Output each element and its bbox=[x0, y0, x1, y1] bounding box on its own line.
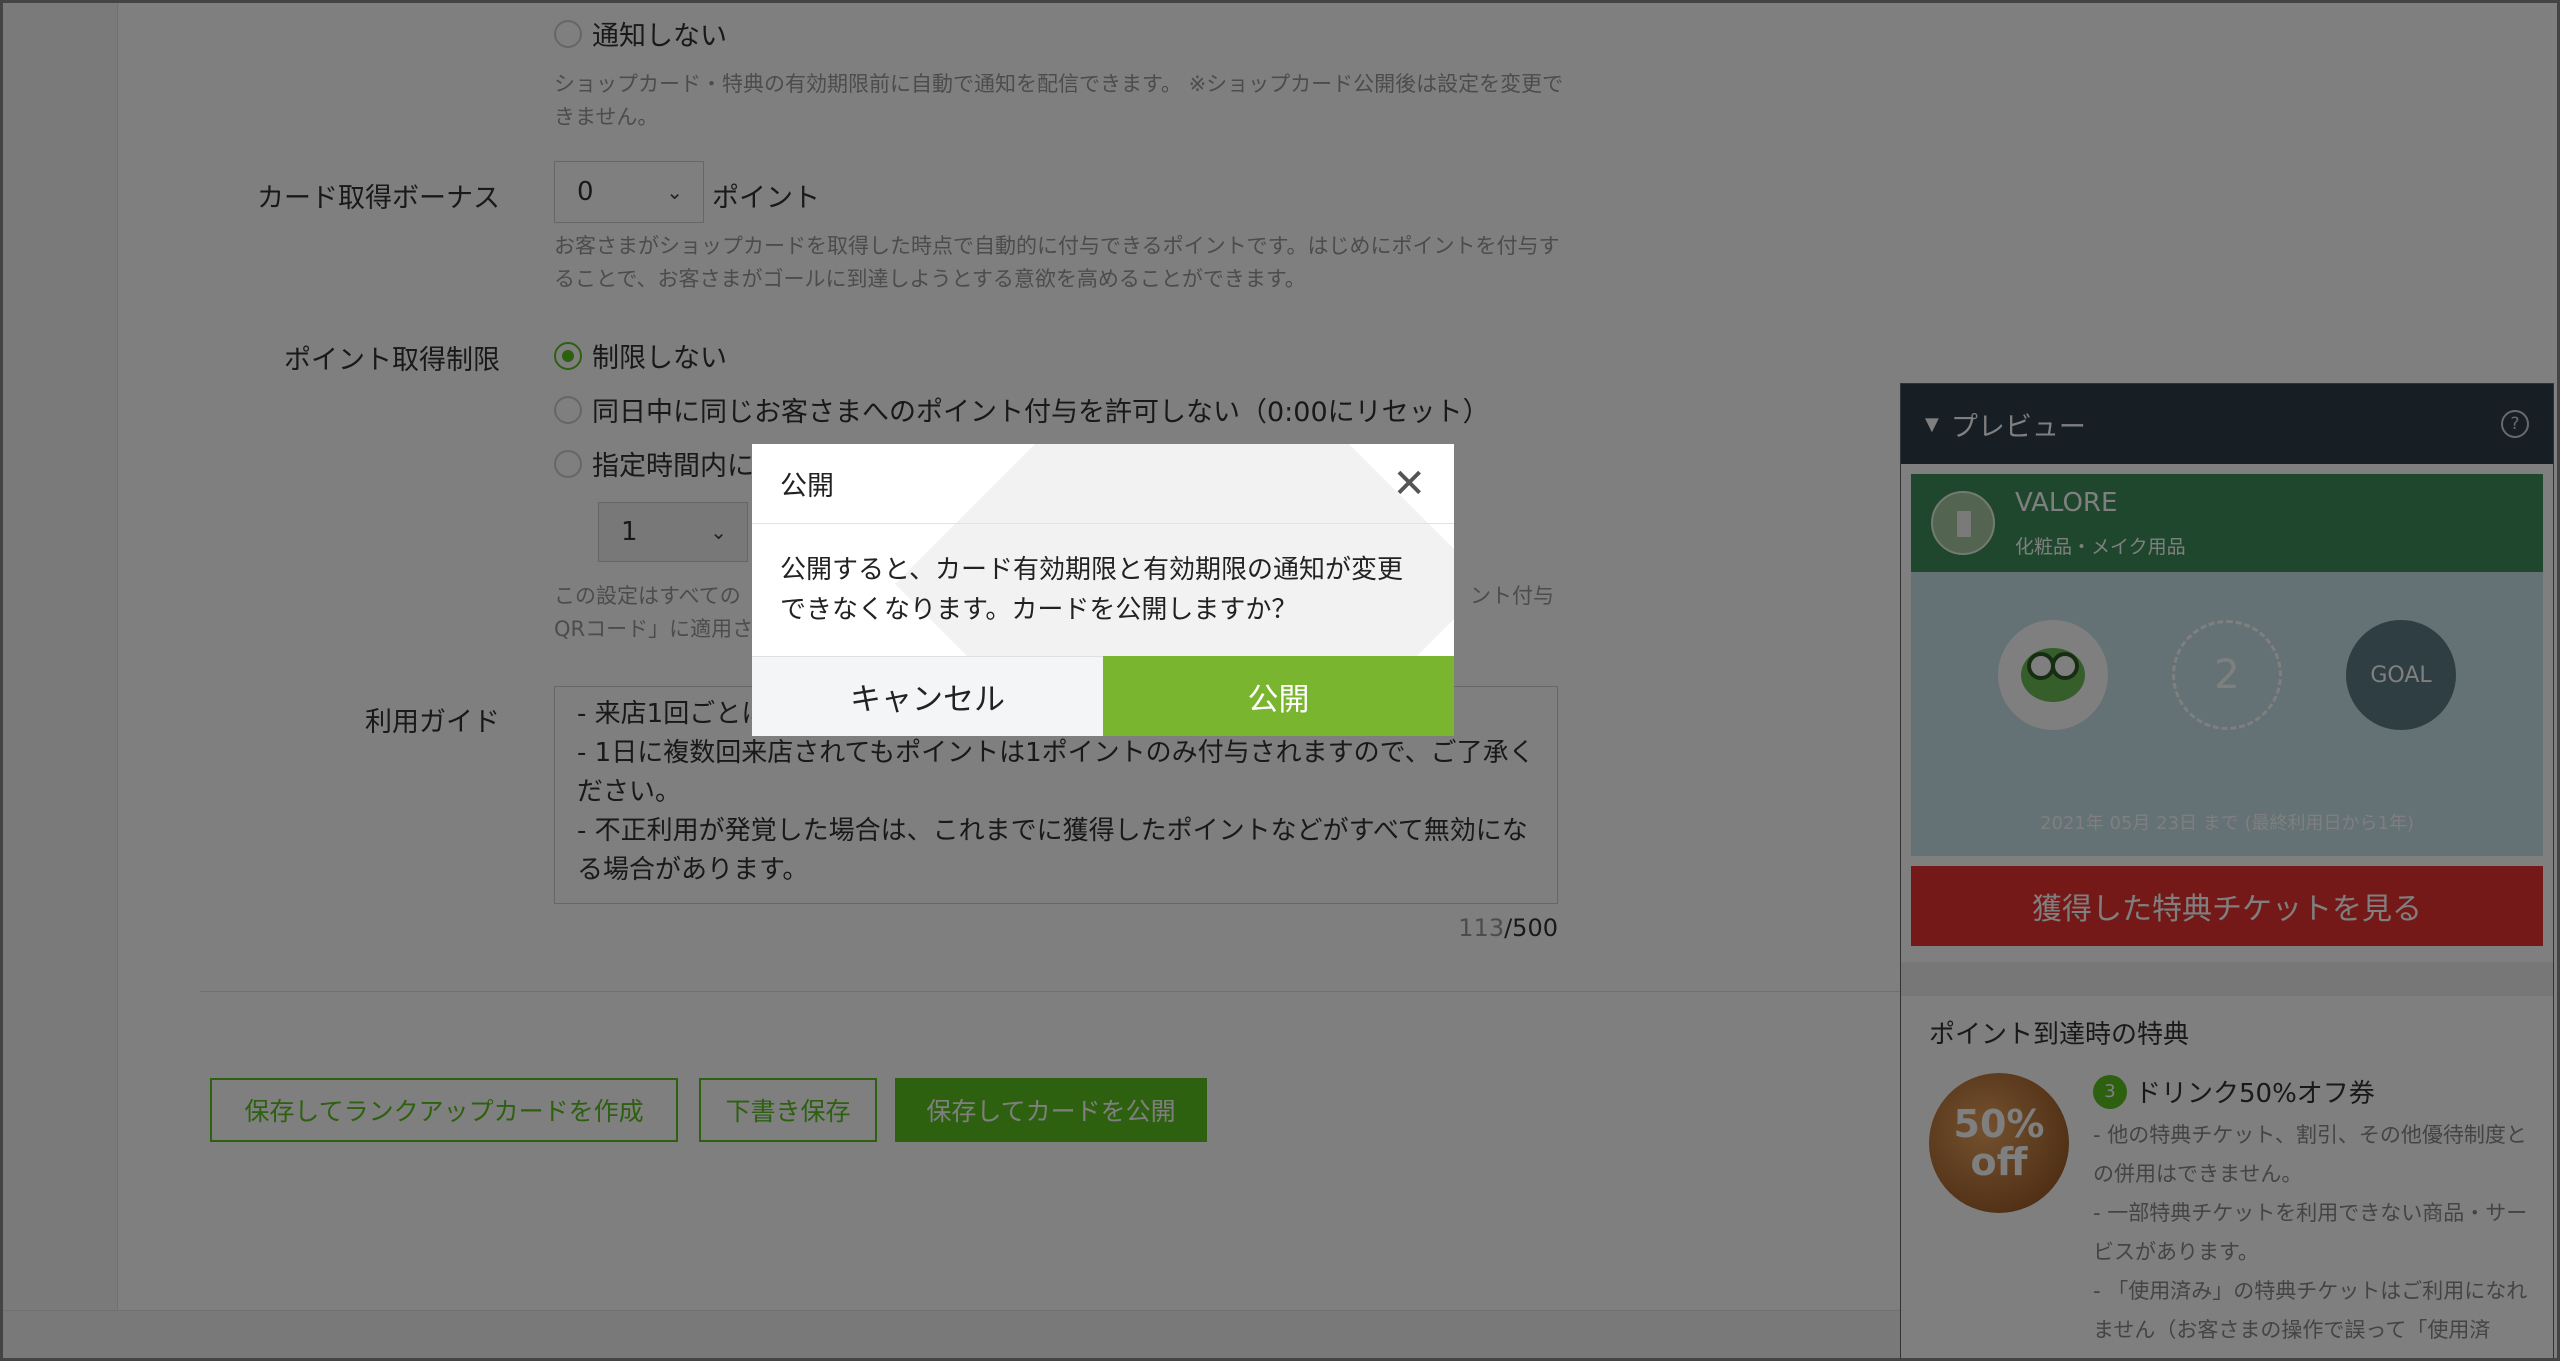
close-icon[interactable]: ✕ bbox=[1392, 464, 1426, 504]
publish-confirm-dialog: 公開 ✕ 公開すると、カード有効期限と有効期限の通知が変更できなくなります。カー… bbox=[752, 444, 1454, 736]
dialog-actions: キャンセル 公開 bbox=[752, 656, 1454, 736]
dialog-header: 公開 ✕ bbox=[752, 444, 1454, 524]
publish-button[interactable]: 公開 bbox=[1103, 656, 1454, 736]
dialog-title: 公開 bbox=[780, 471, 834, 502]
dialog-message: 公開すると、カード有効期限と有効期限の通知が変更できなくなります。カードを公開し… bbox=[780, 555, 1403, 625]
cancel-button[interactable]: キャンセル bbox=[752, 656, 1103, 736]
